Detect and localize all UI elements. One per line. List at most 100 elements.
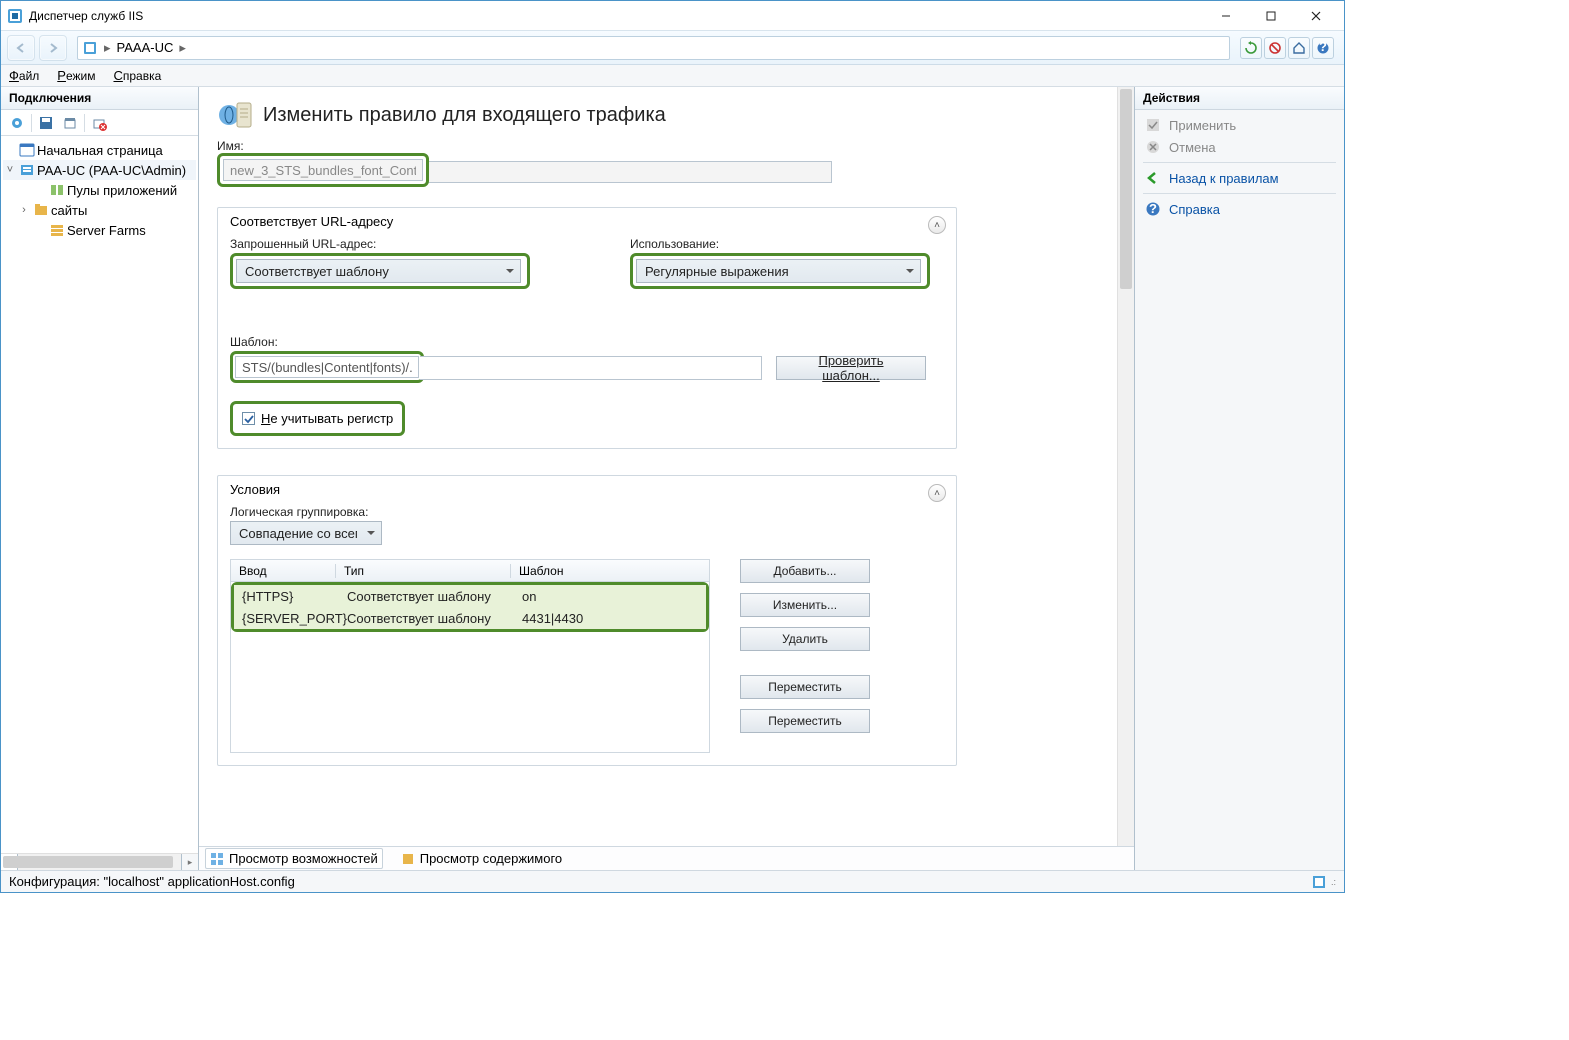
help-dropdown-button[interactable]: ? xyxy=(1312,37,1334,59)
using-select[interactable]: Регулярные выражения xyxy=(636,259,921,283)
table-row[interactable]: {HTTPS} Соответствует шаблону on xyxy=(234,585,706,607)
conditions-table: Ввод Тип Шаблон {HTTPS} Соответствует ша… xyxy=(230,559,710,753)
svg-text:?: ? xyxy=(1319,41,1327,54)
tree-sites[interactable]: › сайты xyxy=(3,200,196,220)
grouping-label: Логическая группировка: xyxy=(230,505,944,519)
maximize-button[interactable] xyxy=(1248,2,1293,30)
resize-grip[interactable]: .: xyxy=(1331,877,1336,887)
test-pattern-button[interactable]: Проверить шаблон... xyxy=(776,356,926,380)
left-hscrollbar[interactable]: ◂ ▸ xyxy=(1,853,198,870)
pattern-input-ext[interactable] xyxy=(420,356,762,380)
center-pane: Изменить правило для входящего трафика И… xyxy=(199,87,1134,870)
rule-name-input-ext xyxy=(427,161,832,183)
edit-condition-button[interactable]: Изменить... xyxy=(740,593,870,617)
tree-expand-icon[interactable]: › xyxy=(17,204,31,216)
col-type[interactable]: Тип xyxy=(336,564,511,578)
content-icon xyxy=(401,852,415,866)
action-back-to-rules[interactable]: Назад к правилам xyxy=(1135,167,1344,189)
nav-toolbar: ▸ PAAA-UC ▸ ? xyxy=(1,31,1344,65)
pattern-input[interactable] xyxy=(235,356,419,378)
connections-toolbar xyxy=(1,110,198,136)
refresh-button[interactable] xyxy=(1240,37,1262,59)
server-icon xyxy=(82,40,98,56)
menubar: Файл Режим Справка xyxy=(1,65,1344,87)
page-title: Изменить правило для входящего трафика xyxy=(263,104,666,127)
conditions-group: Условия ˄ Логическая группировка: Совпад… xyxy=(217,475,957,766)
menu-file[interactable]: Файл xyxy=(9,68,39,83)
conditions-title: Условия xyxy=(230,482,944,497)
table-header: Ввод Тип Шаблон xyxy=(231,560,709,582)
url-match-group: Соответствует URL-адресу ˄ Запрошенный U… xyxy=(217,207,957,449)
server-farms-icon xyxy=(49,222,65,238)
tree-app-pools[interactable]: Пулы приложений xyxy=(3,180,196,200)
move-up-button[interactable]: Переместить xyxy=(740,675,870,699)
page-heading: Изменить правило для входящего трафика xyxy=(217,97,1101,133)
save-conn-icon[interactable] xyxy=(34,112,58,134)
back-arrow-icon xyxy=(1145,170,1161,186)
nav-back-button[interactable] xyxy=(7,35,35,61)
sites-icon xyxy=(33,202,49,218)
rule-icon xyxy=(217,97,253,133)
requested-url-select[interactable]: Соответствует шаблону xyxy=(236,259,521,283)
titlebar: Диспетчер служб IIS xyxy=(1,1,1344,31)
stop-button[interactable] xyxy=(1264,37,1286,59)
apply-icon xyxy=(1145,117,1161,133)
cancel-icon xyxy=(1145,139,1161,155)
ignore-case-label: Не учитывать регистр xyxy=(261,411,393,426)
delete-conn-icon[interactable] xyxy=(87,112,111,134)
actions-title: Действия xyxy=(1135,87,1344,110)
pattern-label: Шаблон: xyxy=(230,335,944,349)
minimize-button[interactable] xyxy=(1203,2,1248,30)
menu-mode[interactable]: Режим xyxy=(57,68,95,83)
center-vscrollbar[interactable] xyxy=(1117,87,1134,846)
window-title: Диспетчер служб IIS xyxy=(29,9,1203,23)
server-icon xyxy=(19,162,35,178)
tree-collapse-icon[interactable]: ˅ xyxy=(3,164,17,176)
col-pattern[interactable]: Шаблон xyxy=(511,564,709,578)
close-button[interactable] xyxy=(1293,2,1338,30)
requested-url-label: Запрошенный URL-адрес: xyxy=(230,237,530,251)
app-pools-icon xyxy=(49,182,65,198)
center-footer-tabs: Просмотр возможностей Просмотр содержимо… xyxy=(199,846,1134,870)
address-bar[interactable]: ▸ PAAA-UC ▸ xyxy=(77,36,1230,60)
url-match-title: Соответствует URL-адресу xyxy=(230,214,944,229)
connections-title: Подключения xyxy=(1,87,198,110)
home-button[interactable] xyxy=(1288,37,1310,59)
grouping-select[interactable]: Совпадение со всеми xyxy=(230,521,382,545)
action-help[interactable]: ? Справка xyxy=(1135,198,1344,220)
name-label: Имя: xyxy=(217,139,1101,153)
statusbar-icon xyxy=(1311,874,1327,890)
collapse-conditions-button[interactable]: ˄ xyxy=(928,484,946,502)
collapse-url-button[interactable]: ˄ xyxy=(928,216,946,234)
table-row[interactable]: {SERVER_PORT} Соответствует шаблону 4431… xyxy=(234,607,706,629)
connections-tree: Начальная страница ˅ PAA-UC (PAA-UC\Admi… xyxy=(1,136,198,853)
move-down-button[interactable]: Переместить xyxy=(740,709,870,733)
content-view-tab[interactable]: Просмотр содержимого xyxy=(397,849,566,868)
menu-help[interactable]: Справка xyxy=(113,68,161,83)
statusbar-text: Конфигурация: "localhost" applicationHos… xyxy=(9,874,295,889)
tree-start-page[interactable]: Начальная страница xyxy=(3,140,196,160)
breadcrumb-sep: ▸ xyxy=(104,40,111,56)
breadcrumb-server[interactable]: PAAA-UC xyxy=(117,40,174,55)
start-page-icon xyxy=(19,142,35,158)
tree-server-farms[interactable]: Server Farms xyxy=(3,220,196,240)
action-cancel: Отмена xyxy=(1135,136,1344,158)
rule-name-input xyxy=(223,159,423,181)
app-icon xyxy=(7,8,23,24)
breadcrumb-sep: ▸ xyxy=(179,40,186,56)
connect-icon[interactable] xyxy=(5,112,29,134)
action-apply: Применить xyxy=(1135,114,1344,136)
connections-pane: Подключения Начальная страница ˅ PA xyxy=(1,87,199,870)
features-icon xyxy=(210,852,224,866)
delete-condition-button[interactable]: Удалить xyxy=(740,627,870,651)
tree-server-node[interactable]: ˅ PAA-UC (PAA-UC\Admin) xyxy=(3,160,196,180)
nav-forward-button[interactable] xyxy=(39,35,67,61)
add-condition-button[interactable]: Добавить... xyxy=(740,559,870,583)
col-input[interactable]: Ввод xyxy=(231,564,336,578)
features-view-tab[interactable]: Просмотр возможностей xyxy=(205,848,383,869)
expand-icon[interactable] xyxy=(58,112,82,134)
actions-pane: Действия Применить Отмена Назад к правил… xyxy=(1134,87,1344,870)
statusbar: Конфигурация: "localhost" applicationHos… xyxy=(1,870,1344,892)
ignore-case-checkbox[interactable]: Не учитывать регистр xyxy=(236,407,399,430)
using-label: Использование: xyxy=(630,237,930,251)
